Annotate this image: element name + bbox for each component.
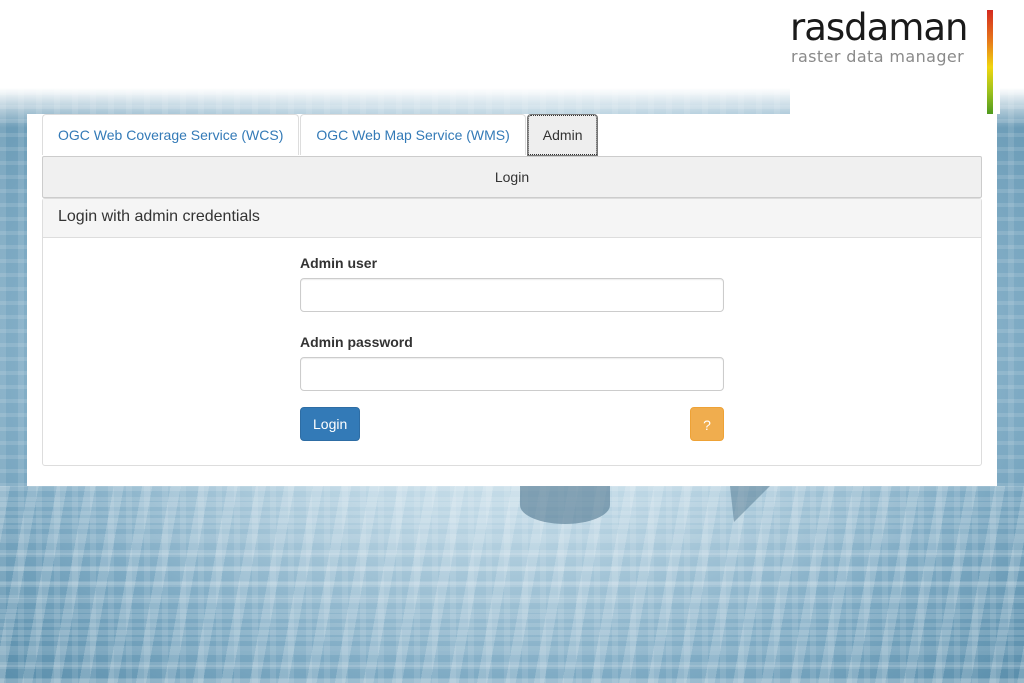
button-row: Login ?	[300, 407, 724, 441]
admin-user-label: Admin user	[300, 255, 378, 271]
background-globe	[520, 486, 610, 524]
login-button[interactable]: Login	[300, 407, 361, 441]
page: rasdaman raster data manager OGC Web Cov…	[0, 0, 1024, 683]
password-group: Admin password	[300, 332, 724, 391]
login-panel: Login with admin credentials Admin user …	[42, 198, 982, 466]
help-button[interactable]: ?	[690, 407, 724, 441]
service-tabs: OGC Web Coverage Service (WCS) OGC Web M…	[42, 114, 599, 156]
logo-title: rasdaman	[790, 6, 968, 49]
main-container: OGC Web Coverage Service (WCS) OGC Web M…	[27, 114, 997, 486]
subtab-login[interactable]: Login	[42, 156, 982, 198]
admin-user-input[interactable]	[300, 278, 724, 312]
background-floor	[0, 486, 1024, 683]
rasdaman-logo: rasdaman raster data manager	[790, 0, 1000, 114]
tab-admin[interactable]: Admin	[526, 114, 599, 156]
tab-wcs[interactable]: OGC Web Coverage Service (WCS)	[42, 114, 300, 155]
panel-heading: Login with admin credentials	[43, 199, 981, 238]
logo-subtitle: raster data manager	[791, 47, 965, 66]
tab-wms[interactable]: OGC Web Map Service (WMS)	[300, 114, 526, 155]
admin-password-label: Admin password	[300, 334, 413, 350]
admin-password-input[interactable]	[300, 357, 724, 391]
logo-color-bar	[987, 10, 993, 114]
login-form: Admin user Admin password Login ?	[300, 253, 724, 441]
